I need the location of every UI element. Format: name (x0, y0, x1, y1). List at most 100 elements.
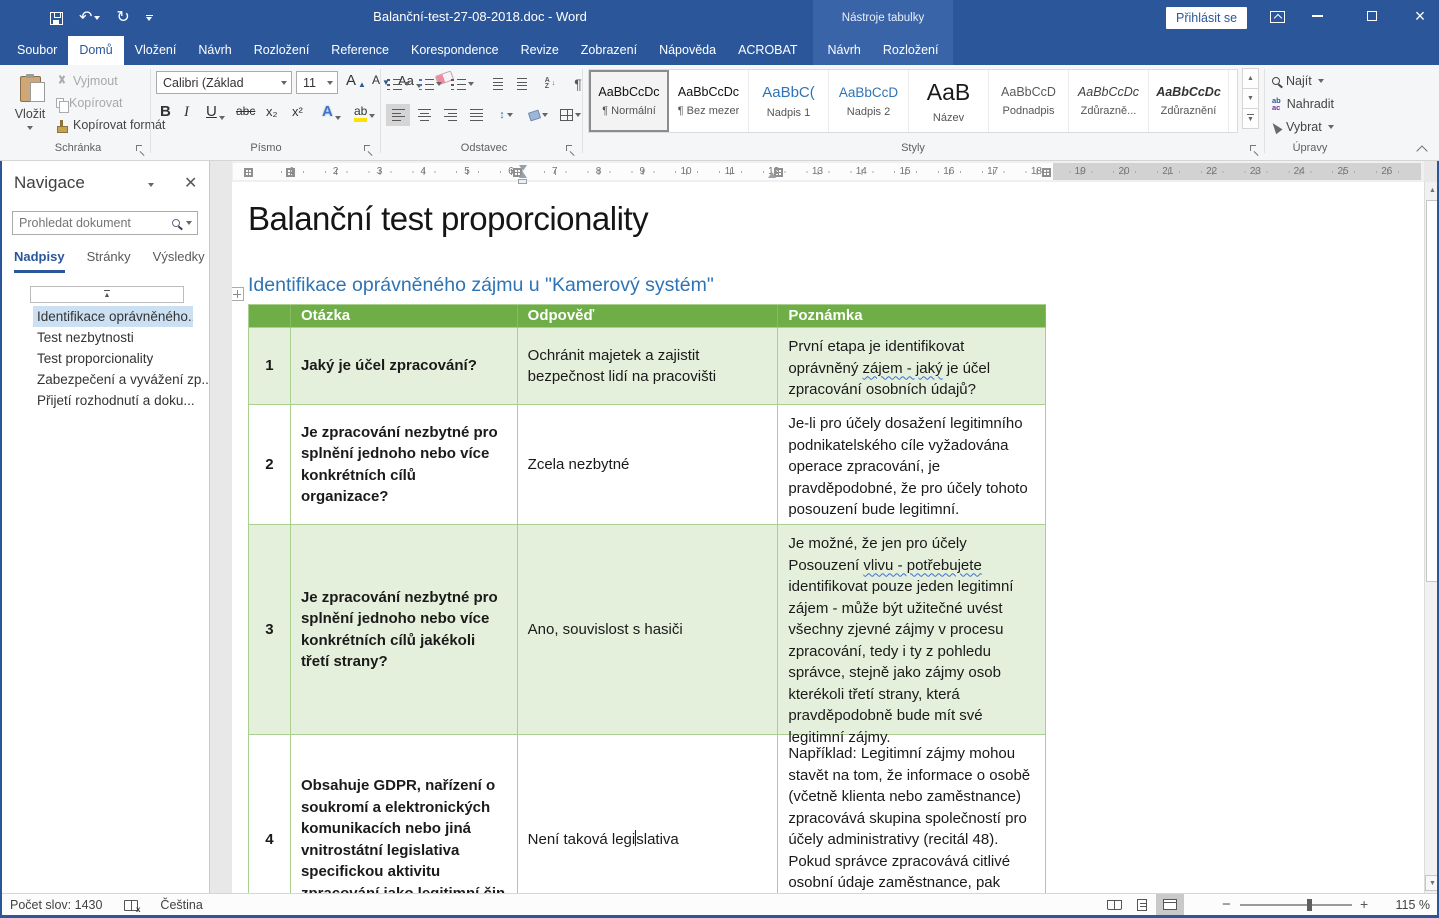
nav-heading-item[interactable]: Test nezbytnosti (0, 327, 210, 348)
zoom-slider-thumb[interactable] (1307, 899, 1312, 911)
hanging-indent-marker[interactable] (519, 172, 527, 178)
highlight-color-button[interactable]: ab (354, 104, 375, 118)
column-header[interactable]: Odpověď (518, 305, 779, 328)
style-item[interactable]: AaBbC( Nadpis 1 (749, 70, 829, 132)
style-item[interactable]: AaB Název (909, 70, 989, 132)
gallery-scroll-down-button[interactable]: ▼ (1242, 88, 1259, 109)
style-item[interactable]: AaBbCcD Nadpis 2 (829, 70, 909, 132)
question-cell[interactable]: Je zpracování nezbytné pro splnění jedno… (291, 525, 518, 735)
note-cell[interactable]: Například: Legitimní zájmy mohou stavět … (778, 735, 1046, 893)
zoom-slider[interactable] (1240, 904, 1352, 906)
style-item[interactable]: AaBbCcD Podnadpis (989, 70, 1069, 132)
paragraph-dialog-launcher-icon[interactable] (566, 145, 576, 155)
answer-cell[interactable]: Ochránit majetek a zajistit bezpečnost l… (518, 328, 779, 405)
navigation-options-icon[interactable] (148, 183, 154, 187)
paste-button[interactable]: Vložit (8, 70, 52, 156)
ribbon-display-options-button[interactable] (1270, 11, 1285, 23)
language-status[interactable]: Čeština (160, 898, 202, 912)
answer-cell[interactable]: Není taková legislativa (518, 735, 779, 893)
clipboard-dialog-launcher-icon[interactable] (136, 145, 146, 155)
question-cell[interactable]: Jaký je účel zpracování? (291, 328, 518, 405)
contextual-tab[interactable]: Návrh (817, 36, 872, 65)
line-spacing-button[interactable]: ↕ (494, 104, 518, 126)
ribbon-tab[interactable]: Domů (68, 36, 123, 65)
style-item[interactable]: AaBbCcDc Zdůraznění (1149, 70, 1229, 132)
row-number-cell[interactable]: 4 (249, 735, 291, 893)
ribbon-tab[interactable]: Revize (510, 36, 570, 65)
ribbon-tab[interactable]: Rozložení (243, 36, 321, 65)
column-header[interactable]: Poznámka (778, 305, 1046, 328)
gallery-more-button[interactable]: ▼ (1242, 108, 1259, 129)
sign-in-button[interactable]: Přihlásit se (1166, 7, 1247, 29)
read-mode-button[interactable] (1100, 894, 1128, 915)
navigation-tab[interactable]: Stránky (87, 249, 131, 273)
replace-button[interactable]: abac Nahradit (1272, 97, 1334, 111)
cut-button[interactable]: Vyjmout (56, 74, 118, 88)
search-dropdown-icon[interactable] (186, 221, 192, 225)
decrease-indent-button[interactable] (486, 73, 510, 95)
answer-cell[interactable]: Ano, souvislost s hasiči (518, 525, 779, 735)
nav-heading-item[interactable]: Test proporcionality (0, 348, 210, 369)
font-dialog-launcher-icon[interactable] (364, 145, 374, 155)
table-move-handle[interactable] (232, 287, 244, 301)
show-formatting-marks-button[interactable]: ¶ (566, 73, 590, 95)
increase-indent-button[interactable] (510, 73, 534, 95)
gallery-scroll-up-button[interactable]: ▲ (1242, 68, 1259, 89)
bold-button[interactable]: B (160, 104, 171, 120)
zoom-in-button[interactable]: + (1360, 896, 1368, 912)
superscript-button[interactable]: x² (292, 104, 303, 119)
ribbon-tab[interactable]: Zobrazení (570, 36, 648, 65)
text-effects-button[interactable]: A (322, 104, 341, 120)
undo-button[interactable]: ↶ (79, 10, 100, 26)
navigation-tab[interactable]: Výsledky (153, 249, 205, 273)
question-cell[interactable]: Je zpracování nezbytné pro splnění jedno… (291, 405, 518, 525)
ribbon-tab[interactable]: Reference (320, 36, 400, 65)
collapse-headings-button[interactable]: ▲ (30, 286, 184, 303)
table-column-marker-icon[interactable] (1042, 168, 1051, 177)
ribbon-tab[interactable]: Nápověda (648, 36, 727, 65)
document-title-text[interactable]: Balanční test proporcionality (248, 200, 648, 238)
row-number-cell[interactable]: 3 (249, 525, 291, 735)
section-heading[interactable]: Identifikace oprávněného zájmu u "Kamero… (248, 274, 714, 297)
multilevel-list-button[interactable] (450, 73, 474, 95)
ribbon-tab[interactable]: Návrh (187, 36, 242, 65)
nav-heading-item[interactable]: Přijetí rozhodnutí a doku... (0, 390, 210, 411)
align-right-button[interactable] (438, 104, 462, 126)
contextual-tab[interactable]: Rozložení (872, 36, 950, 65)
undo-dropdown-icon[interactable] (94, 16, 100, 20)
borders-button[interactable] (558, 104, 582, 126)
proofing-status-icon[interactable] (124, 900, 138, 911)
print-layout-button[interactable] (1128, 894, 1156, 915)
right-indent-marker[interactable] (768, 172, 776, 178)
note-cell[interactable]: Je možné, že jen pro účely Posouzení vli… (778, 525, 1046, 735)
nav-heading-item[interactable]: Identifikace oprávněného... (33, 306, 193, 327)
style-item[interactable]: AaBbCcDc ¶ Normální (589, 70, 669, 132)
select-button[interactable]: Vybrat (1272, 120, 1334, 134)
zoom-out-button[interactable]: − (1222, 896, 1231, 913)
italic-button[interactable]: I (184, 104, 189, 120)
align-left-button[interactable] (386, 104, 410, 126)
shading-button[interactable] (526, 104, 550, 126)
ribbon-tab[interactable]: Vložení (124, 36, 188, 65)
web-layout-button[interactable] (1156, 894, 1184, 915)
maximize-button[interactable] (1355, 0, 1389, 32)
search-input[interactable] (13, 216, 172, 230)
numbering-button[interactable] (418, 73, 442, 95)
horizontal-ruler[interactable]: 1234567891011121314151617181920212223242… (232, 163, 1421, 182)
ribbon-tab[interactable]: Korespondence (400, 36, 510, 65)
style-item[interactable]: AaBbCcDc Zdůrazně... (1069, 70, 1149, 132)
note-cell[interactable]: Je-li pro účely dosažení legitimního pod… (778, 405, 1046, 525)
bullets-button[interactable] (386, 73, 410, 95)
save-button[interactable] (50, 12, 63, 25)
left-indent-marker[interactable] (518, 179, 527, 184)
nav-heading-item[interactable]: Zabezpečení a vyvážení zp... (0, 369, 210, 390)
format-painter-button[interactable]: Kopírovat formát (56, 118, 165, 132)
style-item[interactable]: AaBbCcDc ¶ Bez mezer (669, 70, 749, 132)
justify-button[interactable] (464, 104, 488, 126)
sort-button[interactable]: AZ↓ (538, 73, 562, 95)
close-button[interactable]: × (1403, 0, 1437, 32)
grow-font-button[interactable]: A▲ (346, 73, 366, 89)
copy-button[interactable]: Kopírovat (56, 96, 123, 110)
ribbon-tab[interactable]: Soubor (6, 36, 68, 65)
strikethrough-button[interactable]: abc (236, 104, 255, 118)
